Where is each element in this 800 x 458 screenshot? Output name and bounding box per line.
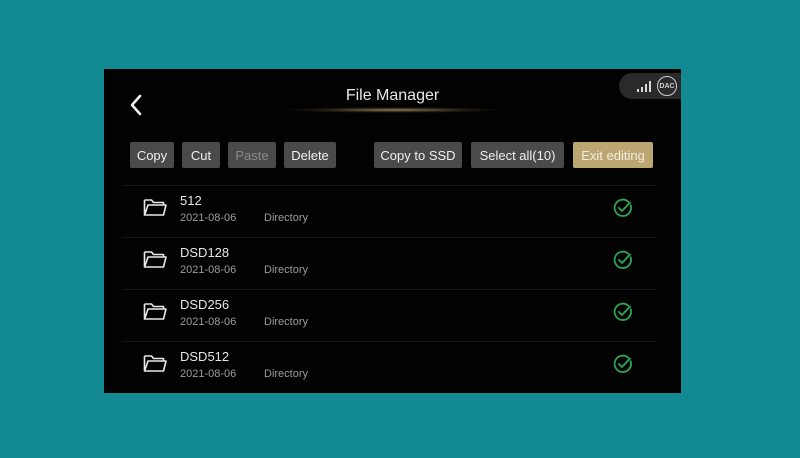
signal-bars-icon (637, 80, 651, 92)
file-date: 2021-08-06 (180, 264, 237, 276)
cut-button[interactable]: Cut (182, 142, 220, 168)
edit-toolbar: Copy Cut Paste Delete Copy to SSD Select… (104, 142, 681, 168)
copy-button[interactable]: Copy (130, 142, 174, 168)
file-type: Directory (264, 264, 309, 276)
title-underline-glow (284, 107, 504, 113)
list-item[interactable]: 512 2021-08-06 Directory (122, 185, 656, 237)
file-name: DSD512 (180, 349, 230, 364)
file-name: DSD256 (180, 297, 230, 312)
file-date: 2021-08-06 (180, 212, 237, 224)
delete-button[interactable]: Delete (284, 142, 336, 168)
file-type: Directory (264, 212, 309, 224)
file-date: 2021-08-06 (180, 316, 237, 328)
dac-badge: DAC (657, 76, 677, 96)
list-item[interactable]: DSD128 2021-08-06 Directory (122, 237, 656, 289)
check-circle-icon[interactable] (613, 302, 633, 322)
check-circle-icon[interactable] (613, 354, 633, 374)
file-name: DSD128 (180, 245, 230, 260)
file-type: Directory (264, 316, 309, 328)
folder-icon (143, 355, 167, 372)
check-circle-icon[interactable] (613, 198, 633, 218)
check-circle-icon[interactable] (613, 250, 633, 270)
file-type: Directory (264, 368, 309, 380)
folder-icon (143, 303, 167, 320)
folder-icon (143, 251, 167, 268)
select-all-button[interactable]: Select all(10) (471, 142, 564, 168)
paste-button[interactable]: Paste (228, 142, 276, 168)
list-item[interactable]: DSD512 2021-08-06 Directory (122, 341, 656, 393)
file-name: 512 (180, 193, 202, 208)
file-date: 2021-08-06 (180, 368, 237, 380)
page-title: File Manager (345, 87, 440, 104)
list-item[interactable]: DSD256 2021-08-06 Directory (122, 289, 656, 341)
copy-to-ssd-button[interactable]: Copy to SSD (374, 142, 462, 168)
exit-editing-button[interactable]: Exit editing (573, 142, 653, 168)
folder-icon (143, 199, 167, 216)
device-screen: File Manager DAC Copy Cut Paste Delete C… (104, 69, 681, 393)
status-indicator: DAC (619, 73, 681, 99)
